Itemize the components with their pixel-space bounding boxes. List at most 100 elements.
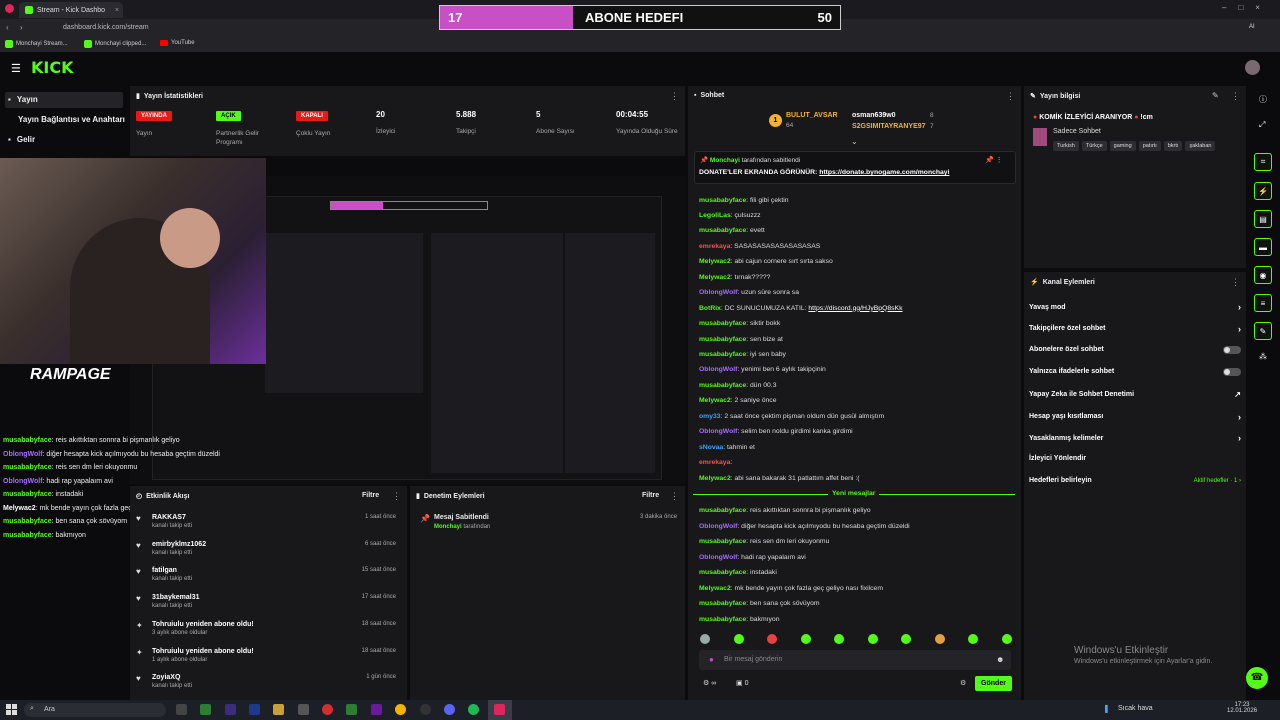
- stream-tag[interactable]: patırtı: [1138, 141, 1161, 151]
- close-window-icon[interactable]: ×: [1255, 3, 1260, 12]
- more-icon[interactable]: ⋮: [670, 91, 679, 102]
- hamburger-menu-icon[interactable]: ☰: [11, 62, 21, 75]
- send-button[interactable]: Gönder: [975, 676, 1012, 691]
- sidebar-item-yayin[interactable]: ▪ Yayın: [8, 95, 38, 104]
- maximize-icon[interactable]: □: [1238, 3, 1243, 12]
- chat-username[interactable]: LegoliLas: [699, 212, 731, 219]
- emoji-icon[interactable]: ☻: [996, 655, 1004, 664]
- channel-action-row[interactable]: Yasaklanmış kelimeler ›: [1029, 433, 1241, 443]
- expand-icon[interactable]: ⤢: [1259, 120, 1265, 130]
- emote-icon[interactable]: [867, 634, 878, 644]
- viewers-icon[interactable]: ⚙ ∞: [703, 679, 716, 687]
- chat-username[interactable]: musababyface: [699, 616, 746, 623]
- emote-icon[interactable]: [733, 634, 744, 644]
- activity-item[interactable]: ♥ emirbyklmz1062 kanalı takip etti 6 saat ö…: [136, 541, 396, 556]
- chat-input-box[interactable]: ● Bir mesaj gönderin ☻: [699, 650, 1011, 670]
- channel-action-row[interactable]: Hesap yaşı kısıtlaması ›: [1029, 412, 1241, 422]
- chat-username[interactable]: BotRix: [699, 305, 721, 312]
- minimize-icon[interactable]: –: [1222, 3, 1226, 12]
- rail-list-icon[interactable]: ≡: [1254, 294, 1272, 312]
- activity-item[interactable]: ♥ fatilgan kanalı takip etti 15 saat önce: [136, 567, 396, 582]
- forward-icon[interactable]: ›: [20, 23, 23, 32]
- rail-radio-icon[interactable]: ◉: [1254, 266, 1272, 284]
- windows-start-icon[interactable]: [6, 704, 17, 715]
- activity-item[interactable]: ✦ Tohruiulu yeniden abone oldu! 1 aylık ab…: [136, 648, 396, 663]
- rail-bolt-icon[interactable]: ⚡: [1254, 182, 1272, 200]
- avatar[interactable]: [1245, 60, 1260, 75]
- chat-username[interactable]: emrekaya: [699, 243, 730, 250]
- chat-username[interactable]: musababyface: [699, 351, 746, 358]
- active-app[interactable]: [488, 700, 512, 720]
- chat-username[interactable]: OblongWolf: [699, 428, 737, 435]
- rail-chat-icon[interactable]: ▬: [1254, 238, 1272, 256]
- bookmark-item[interactable]: YouTube: [160, 40, 195, 46]
- photoshop-icon[interactable]: [249, 704, 260, 715]
- pencil-icon[interactable]: ✎: [1212, 91, 1219, 100]
- taskbar-search[interactable]: ⌕ Ara: [24, 703, 166, 717]
- chat-username[interactable]: musababyface: [699, 336, 746, 343]
- toggle-switch[interactable]: [1223, 345, 1241, 354]
- expand-icon[interactable]: ⌄: [851, 137, 858, 146]
- browser-tab[interactable]: Stream - Kick Dashbo ×: [19, 2, 123, 18]
- channel-action-row[interactable]: Takipçilere özel sohbet ›: [1029, 324, 1241, 334]
- rail-doc-icon[interactable]: ▤: [1254, 210, 1272, 228]
- url-field[interactable]: dashboard.kick.com/stream: [63, 24, 149, 31]
- emote-icon[interactable]: [934, 634, 945, 644]
- rail-wrench-icon[interactable]: ✎: [1254, 322, 1272, 340]
- chat-username[interactable]: Melywac2: [699, 258, 731, 265]
- channel-action-row[interactable]: Yapay Zeka ile Sohbet Denetimi ↗: [1029, 390, 1241, 399]
- channel-action-row[interactable]: Abonelere özel sohbet: [1029, 345, 1241, 354]
- chat-username[interactable]: Melywac2: [699, 585, 731, 592]
- activity-item[interactable]: ✦ Tohruiulu yeniden abone oldu! 3 aylık ab…: [136, 621, 396, 636]
- activity-item[interactable]: ♥ RAKKAS7 kanalı takip etti 1 saat önce: [136, 514, 396, 529]
- rail-scan-icon[interactable]: ⌗: [1254, 153, 1272, 171]
- stream-tag[interactable]: bkrtı: [1163, 141, 1183, 151]
- discord-icon[interactable]: [444, 704, 455, 715]
- close-tab-icon[interactable]: ×: [115, 7, 119, 14]
- xbox-icon[interactable]: [346, 704, 357, 715]
- chat-username[interactable]: musababyface: [699, 600, 746, 607]
- spotify-icon[interactable]: [468, 704, 479, 715]
- bookmark-item[interactable]: Monchayi Stream...: [5, 40, 68, 48]
- chat-settings-icon[interactable]: ⚙: [960, 679, 966, 687]
- chat-username[interactable]: Melywac2: [699, 274, 731, 281]
- emote-icon[interactable]: [968, 634, 979, 644]
- chat-username[interactable]: musababyface: [699, 538, 746, 545]
- taskview-icon[interactable]: [176, 704, 187, 715]
- more-icon[interactable]: ⋮: [670, 491, 679, 502]
- chat-username[interactable]: Melywac2: [699, 475, 731, 482]
- stream-tag[interactable]: gaming: [1109, 141, 1136, 151]
- obs-icon[interactable]: [420, 704, 431, 715]
- activity-item[interactable]: ♥ ZoyiaXQ kanalı takip etti 1 gün önce: [136, 674, 396, 689]
- sidebar-item-stream-key[interactable]: Yayın Bağlantısı ve Anahtarı: [18, 115, 125, 124]
- emote-icon[interactable]: [834, 634, 845, 644]
- chat-username[interactable]: musababyface: [699, 320, 746, 327]
- channel-action-row[interactable]: Yavaş mod ›: [1029, 302, 1241, 312]
- unpin-icon[interactable]: 📌 ⋮: [985, 156, 1003, 164]
- chat-username[interactable]: OblongWolf: [699, 366, 737, 373]
- chat-username[interactable]: musababyface: [699, 227, 746, 234]
- chat-username[interactable]: musababyface: [699, 569, 746, 576]
- explorer-icon[interactable]: [273, 704, 284, 715]
- moderation-filter-button[interactable]: Filtre: [642, 492, 659, 499]
- emote-icon[interactable]: [901, 634, 912, 644]
- app-icon[interactable]: [200, 704, 211, 715]
- channel-action-row[interactable]: Hedefleri belirleyin Aktif hedefler · 1 ›: [1029, 477, 1241, 484]
- chat-username[interactable]: OblongWolf: [699, 554, 737, 561]
- stream-tag[interactable]: Türkçe: [1081, 141, 1107, 151]
- app-icon[interactable]: [298, 704, 309, 715]
- emote-icon[interactable]: [1001, 634, 1012, 644]
- ai-button[interactable]: AI: [1249, 24, 1255, 30]
- chat-username[interactable]: Melywac2: [699, 397, 731, 404]
- chat-link[interactable]: https://discord.gg/HJyBpQ8sKk: [808, 305, 902, 312]
- pinned-link[interactable]: https://donate.bynogame.com/monchayi: [819, 169, 949, 176]
- chat-username[interactable]: OblongWolf: [699, 289, 737, 296]
- chat-username[interactable]: emrekaya: [699, 459, 730, 466]
- toggle-switch[interactable]: [1223, 367, 1241, 376]
- channel-action-row[interactable]: Yalnızca ifadelerle sohbet: [1029, 367, 1241, 376]
- chrome-icon[interactable]: [395, 704, 406, 715]
- bookmark-item[interactable]: Monchayi clipped...: [84, 40, 146, 48]
- more-icon[interactable]: ⋮: [1231, 277, 1240, 288]
- chat-username[interactable]: musababyface: [699, 197, 746, 204]
- opera-icon[interactable]: [5, 4, 14, 13]
